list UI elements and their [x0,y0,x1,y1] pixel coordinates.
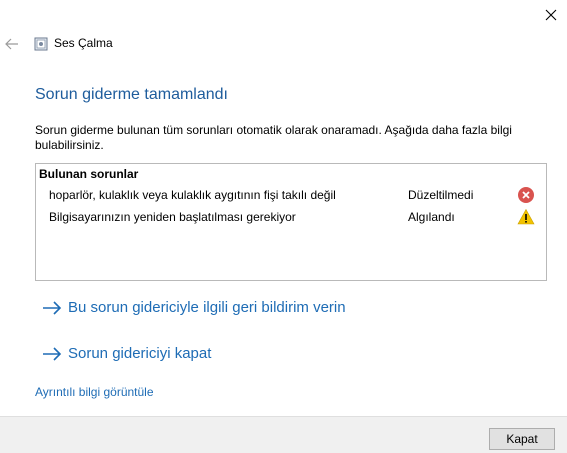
title-row: Ses Çalma [0,34,567,56]
issues-list: Bulunan sorunlar hoparlör, kulaklık veya… [35,163,547,281]
page-title: Sorun giderme tamamlandı [35,86,228,103]
close-window-icon[interactable] [537,2,565,28]
troubleshooter-window: Ses Çalma Sorun giderme tamamlandı Sorun… [0,0,567,453]
footer-bar: Kapat [0,416,567,453]
close-troubleshooter-link[interactable]: Sorun gidericiyi kapat [42,345,211,362]
arrow-right-icon [43,346,62,361]
view-details-link[interactable]: Ayrıntılı bilgi görüntüle [35,385,154,399]
description-text: Sorun giderme bulunan tüm sorunları otom… [35,123,512,152]
issue-status: Algılandı [408,210,455,224]
issue-status: Düzeltilmedi [408,188,474,202]
issue-row: Bilgisayarınızın yeniden başlatılması ge… [36,208,546,228]
arrow-right-icon [43,300,62,315]
error-icon [517,186,535,204]
issue-row: hoparlör, kulaklık veya kulaklık aygıtın… [36,186,546,206]
warning-icon [517,208,535,226]
feedback-link-label: Bu sorun gidericiyle ilgili geri bildiri… [68,299,346,316]
troubleshooter-icon [34,37,48,51]
issue-text: hoparlör, kulaklık veya kulaklık aygıtın… [49,188,336,202]
issue-text: Bilgisayarınızın yeniden başlatılması ge… [49,210,296,224]
back-arrow-icon[interactable] [4,36,20,52]
issues-header: Bulunan sorunlar [39,167,139,181]
window-title: Ses Çalma [54,36,113,50]
close-button[interactable]: Kapat [489,428,555,450]
close-troubleshooter-link-label: Sorun gidericiyi kapat [68,345,212,362]
feedback-link[interactable]: Bu sorun gidericiyle ilgili geri bildiri… [42,299,346,316]
